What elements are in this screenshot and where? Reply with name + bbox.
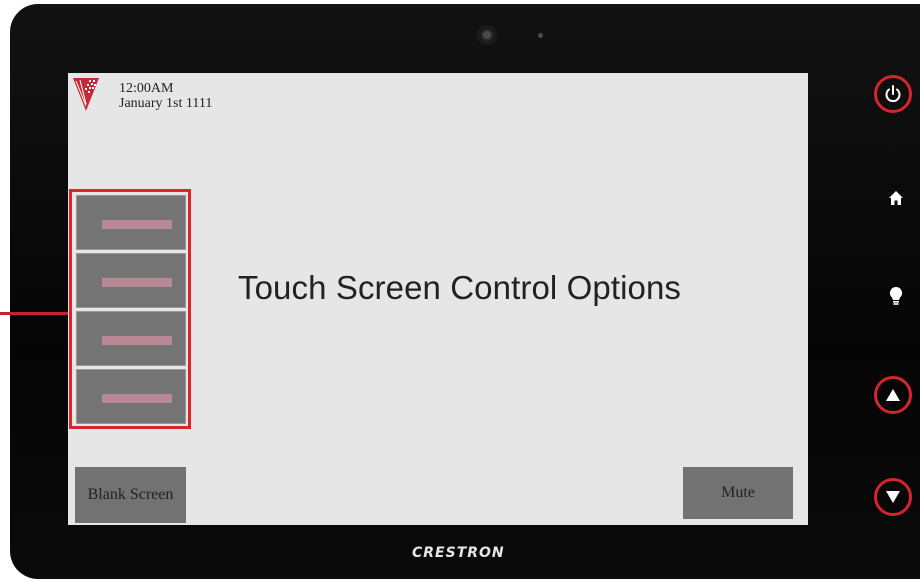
triangle-up-icon — [886, 389, 900, 401]
lightbulb-icon — [889, 286, 903, 305]
camera-icon — [477, 25, 497, 45]
touch-screen[interactable]: 12:00AM January 1st 1111 Touch Screen Co… — [68, 73, 808, 525]
triangle-down-icon — [886, 491, 900, 503]
home-button[interactable] — [877, 179, 915, 217]
control-button-2[interactable] — [76, 253, 186, 308]
volume-down-button[interactable] — [874, 478, 912, 516]
power-button[interactable] — [874, 75, 912, 113]
mute-button[interactable]: Mute — [683, 467, 793, 519]
control-button-4[interactable] — [76, 369, 186, 424]
power-icon — [885, 85, 901, 103]
brand-logo: CRESTRON — [412, 545, 505, 561]
blank-screen-button[interactable]: Blank Screen — [75, 467, 186, 523]
control-button-1[interactable] — [76, 195, 186, 250]
volume-up-button[interactable] — [874, 376, 912, 414]
clock-time: 12:00AM — [119, 81, 174, 96]
clock-date: January 1st 1111 — [119, 96, 213, 111]
light-sensor — [538, 33, 543, 38]
button-indicator-bar — [102, 336, 172, 345]
logo-icon — [73, 78, 99, 111]
button-indicator-bar — [102, 278, 172, 287]
button-indicator-bar — [102, 394, 172, 403]
home-icon — [889, 191, 903, 205]
callout-line — [0, 312, 72, 315]
control-button-3[interactable] — [76, 311, 186, 366]
control-button-group — [69, 189, 191, 429]
lights-button[interactable] — [877, 277, 915, 315]
button-indicator-bar — [102, 220, 172, 229]
page-title: Touch Screen Control Options — [238, 269, 682, 306]
